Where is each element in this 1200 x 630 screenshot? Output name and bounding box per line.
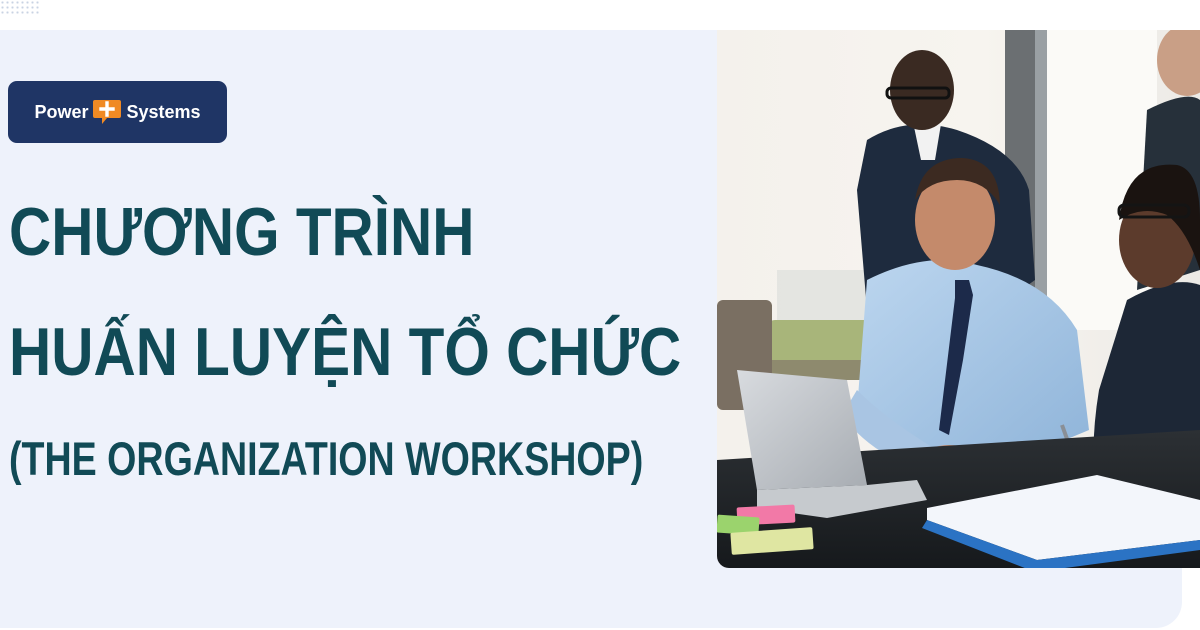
laptop-screen (737, 370, 867, 490)
headline-line-1: CHƯƠNG TRÌNH (9, 194, 475, 270)
plus-speech-bubble-icon (92, 98, 122, 126)
brand-logo: Power Systems (8, 81, 227, 143)
office-meeting-photo (717, 30, 1200, 568)
brand-word-left: Power (34, 101, 89, 122)
window-frame-2 (1035, 30, 1047, 330)
standing-man-head (890, 50, 954, 130)
decorative-dot-pattern (0, 0, 40, 16)
headline-line-3: (THE ORGANIZATION WORKSHOP) (9, 432, 644, 485)
headline-line-2: HUẤN LUYỆN TỔ CHỨC (9, 314, 682, 390)
brand-word-right: Systems (126, 101, 201, 122)
